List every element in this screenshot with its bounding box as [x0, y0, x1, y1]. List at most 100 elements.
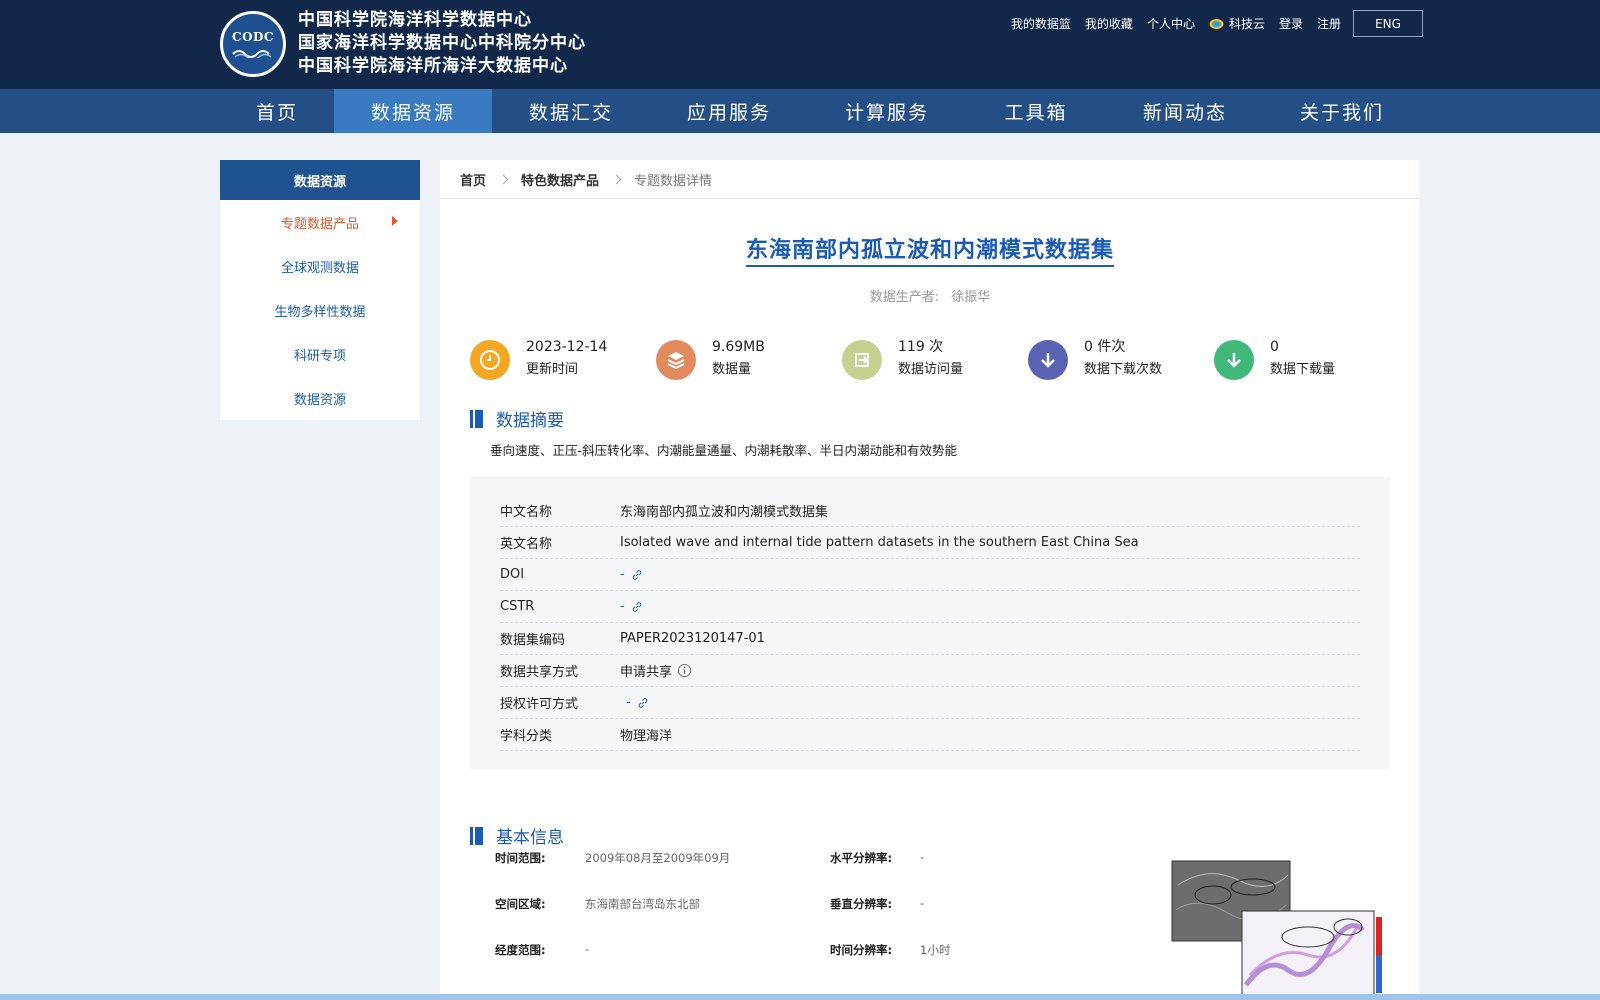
basic-value: -: [585, 942, 590, 956]
personal-center-link[interactable]: 个人中心: [1147, 15, 1195, 32]
info-row-code: 数据集编码 PAPER2023120147-01: [500, 623, 1360, 655]
dataset-thumbnail-image[interactable]: [1158, 855, 1390, 1000]
stat-data-size: 9.69MB 数据量: [656, 336, 765, 384]
clock-icon: [470, 340, 510, 380]
basic-label: 时间范围:: [495, 851, 546, 865]
login-link[interactable]: 登录: [1279, 15, 1303, 32]
basic-label: 水平分辨率:: [830, 851, 893, 865]
my-data-basket-link[interactable]: 我的数据篮: [1011, 15, 1071, 32]
cstr-link[interactable]: -: [620, 599, 625, 614]
wave-icon: [232, 49, 272, 58]
basic-vertical-resolution: 垂直分辨率: -: [830, 896, 924, 912]
codc-logo[interactable]: CODC: [220, 10, 286, 77]
basic-label: 时间分辨率:: [830, 943, 893, 957]
info-label: 英文名称: [500, 537, 553, 552]
info-icon[interactable]: [677, 663, 692, 678]
dataset-info-box: 中文名称 东海南部内孤立波和内潮模式数据集 英文名称 Isolated wave…: [470, 477, 1390, 769]
info-row-en-name: 英文名称 Isolated wave and internal tide pat…: [500, 527, 1360, 559]
sidebar-item-data-resources[interactable]: 数据资源: [220, 376, 420, 420]
breadcrumb-featured-products[interactable]: 特色数据产品: [521, 170, 599, 189]
section-title: 基本信息: [496, 828, 564, 848]
download-icon: [1028, 340, 1068, 380]
info-value: Isolated wave and internal tide pattern …: [620, 535, 1139, 550]
nav-news[interactable]: 新闻动态: [1106, 89, 1264, 133]
stats-row: 2023-12-14 更新时间 9.69MB 数据量 119 次 数据访问量 0…: [470, 336, 1400, 384]
abstract-heading: 数据摘要: [470, 406, 564, 431]
cstcloud-label: 科技云: [1228, 17, 1265, 31]
stat-download-count: 0 件次 数据下载次数: [1028, 336, 1162, 384]
main-content: 首页 特色数据产品 专题数据详情 东海南部内孤立波和内潮模式数据集 数据生产者:…: [440, 160, 1420, 1000]
org-names: 中国科学院海洋科学数据中心 国家海洋科学数据中心中科院分中心 中国科学院海洋所海…: [298, 9, 586, 78]
info-row-cn-name: 中文名称 东海南部内孤立波和内潮模式数据集: [500, 495, 1360, 527]
basic-region: 空间区域: 东海南部台湾岛东北部: [495, 896, 700, 912]
sidebar-item-global-observation[interactable]: 全球观测数据: [220, 244, 420, 288]
org-name-3: 中国科学院海洋所海洋大数据中心: [298, 56, 568, 76]
doi-link[interactable]: -: [620, 567, 625, 582]
org-name-2: 国家海洋科学数据中心中科院分中心: [298, 33, 586, 53]
nav-data-submission[interactable]: 数据汇交: [492, 89, 650, 133]
stat-value: 9.69MB: [712, 339, 765, 355]
info-row-license: 授权许可方式 -: [500, 687, 1360, 719]
producer-label: 数据生产者:: [869, 290, 940, 305]
basic-horizontal-resolution: 水平分辨率: -: [830, 850, 924, 866]
register-link[interactable]: 注册: [1317, 15, 1341, 32]
info-row-doi: DOI -: [500, 559, 1360, 591]
basic-value: -: [920, 896, 925, 910]
sidebar-title: 数据资源: [220, 160, 420, 200]
breadcrumb: 首页 特色数据产品 专题数据详情: [440, 160, 1420, 199]
data-producer: 数据生产者: 徐振华: [440, 286, 1420, 305]
license-link[interactable]: -: [626, 695, 631, 710]
sidebar-item-research-projects[interactable]: 科研专项: [220, 332, 420, 376]
nav-data-resources[interactable]: 数据资源: [334, 89, 492, 133]
nav-home[interactable]: 首页: [220, 89, 334, 133]
main-nav: 首页 数据资源 数据汇交 应用服务 计算服务 工具箱 新闻动态 关于我们: [220, 89, 1420, 133]
info-value: -: [620, 599, 1360, 614]
info-value: -: [620, 695, 1360, 710]
stat-label: 数据量: [712, 362, 752, 377]
login-icon: [842, 340, 882, 380]
caret-right-icon: [392, 216, 398, 226]
basic-longitude-range: 经度范围: -: [495, 942, 589, 958]
stat-value: 2023-12-14: [526, 339, 608, 355]
stat-label: 数据下载次数: [1084, 362, 1163, 377]
layers-icon: [656, 340, 696, 380]
section-bar-icon: [470, 826, 483, 845]
link-icon[interactable]: [631, 569, 643, 581]
nav-about-us[interactable]: 关于我们: [1264, 89, 1420, 133]
language-button[interactable]: ENG: [1353, 10, 1423, 37]
basic-info-heading: 基本信息: [470, 823, 564, 848]
utility-links: 我的数据篮 我的收藏 个人中心 科技云 登录 注册 ENG: [997, 10, 1423, 37]
my-favorites-link[interactable]: 我的收藏: [1085, 15, 1133, 32]
sidebar: 数据资源 专题数据产品 全球观测数据 生物多样性数据 科研专项 数据资源: [220, 160, 420, 420]
stat-value: 0 件次: [1084, 339, 1126, 355]
breadcrumb-home[interactable]: 首页: [460, 170, 486, 189]
section-title: 数据摘要: [496, 411, 564, 431]
stat-label: 更新时间: [526, 362, 579, 377]
basic-time-resolution: 时间分辨率: 1小时: [830, 942, 950, 958]
info-value: PAPER2023120147-01: [620, 631, 765, 646]
chevron-right-icon: [498, 174, 509, 184]
org-name-1: 中国科学院海洋科学数据中心: [298, 10, 532, 30]
basic-label: 空间区域:: [495, 897, 546, 911]
info-row-subject: 学科分类 物理海洋: [500, 719, 1360, 751]
stat-download-volume: 0 数据下载量: [1214, 336, 1335, 384]
logo-area[interactable]: CODC 中国科学院海洋科学数据中心 国家海洋科学数据中心中科院分中心 中国科学…: [220, 9, 586, 78]
breadcrumb-current: 专题数据详情: [634, 173, 713, 189]
stat-update-time: 2023-12-14 更新时间: [470, 336, 607, 384]
dataset-title-wrap: 东海南部内孤立波和内潮模式数据集: [440, 232, 1420, 267]
sidebar-item-biodiversity[interactable]: 生物多样性数据: [220, 288, 420, 332]
info-label: 学科分类: [500, 729, 553, 744]
cstcloud-link[interactable]: 科技云: [1209, 15, 1265, 32]
logo-text: CODC: [232, 29, 274, 44]
basic-time-range: 时间范围: 2009年08月至2009年09月: [495, 850, 730, 866]
basic-label: 垂直分辨率:: [830, 897, 893, 911]
basic-value: 1小时: [920, 943, 951, 957]
nav-toolbox[interactable]: 工具箱: [966, 89, 1106, 133]
nav-app-services[interactable]: 应用服务: [650, 89, 808, 133]
link-icon[interactable]: [631, 601, 643, 613]
info-value: -: [620, 567, 1360, 582]
link-icon[interactable]: [637, 697, 649, 709]
nav-compute-services[interactable]: 计算服务: [808, 89, 966, 133]
sidebar-item-thematic-products[interactable]: 专题数据产品: [220, 200, 420, 244]
main-nav-bar: 首页 数据资源 数据汇交 应用服务 计算服务 工具箱 新闻动态 关于我们: [0, 89, 1600, 133]
